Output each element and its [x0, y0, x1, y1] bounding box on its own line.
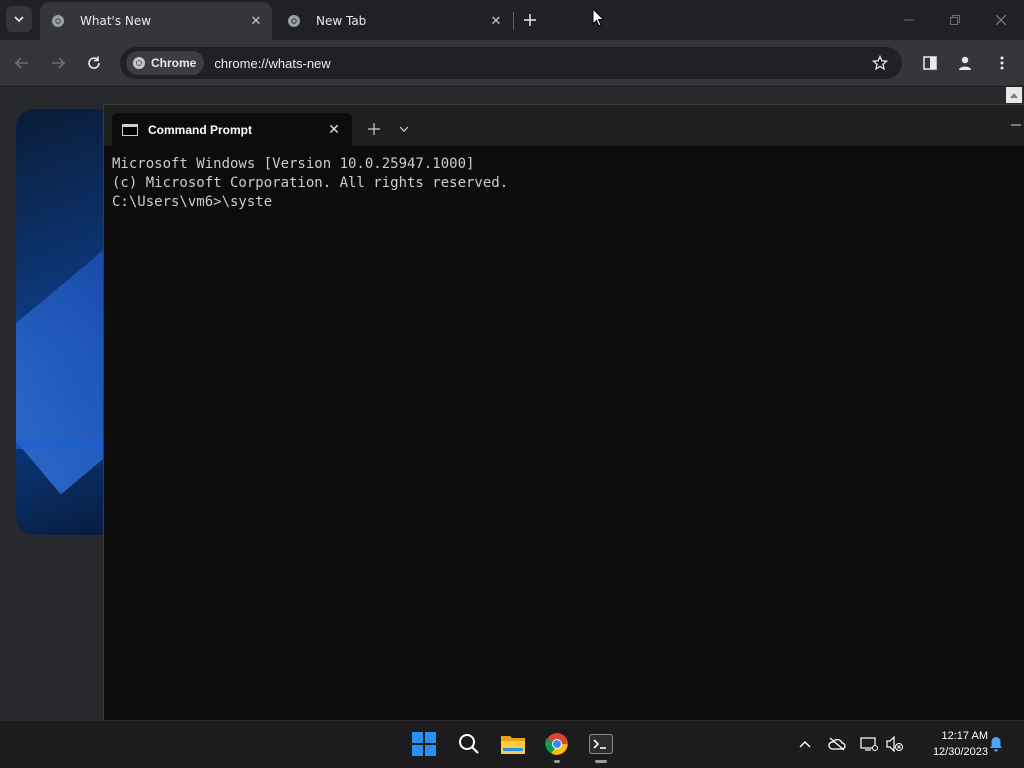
scroll-up-arrow-icon: [1010, 93, 1018, 98]
chrome-logo-icon: [133, 57, 145, 69]
tab-new-tab[interactable]: New Tab ✕: [276, 2, 512, 40]
onedrive-button[interactable]: [828, 735, 846, 753]
terminal-tab-close-icon[interactable]: ✕: [324, 120, 344, 140]
back-arrow-icon: [15, 57, 28, 69]
profile-icon: [959, 56, 971, 70]
profile-button[interactable]: [953, 51, 977, 75]
address-bar[interactable]: Chrome chrome://whats-new: [120, 47, 902, 79]
chrome-menu-button[interactable]: [990, 51, 1014, 75]
terminal-prompt-line[interactable]: C:\Users\vm6>\syste: [112, 193, 1024, 212]
side-panel-button[interactable]: [918, 51, 942, 75]
volume-button[interactable]: [886, 735, 904, 753]
clock-date: 12/30/2023: [932, 746, 988, 758]
volume-muted-icon: [886, 736, 903, 752]
side-panel-icon: [923, 56, 937, 70]
site-chip[interactable]: Chrome: [126, 51, 205, 75]
minimize-button[interactable]: [898, 9, 920, 31]
url-text: chrome://whats-new: [214, 55, 331, 71]
bell-icon: [990, 737, 1002, 752]
chrome-favicon-icon: [286, 13, 302, 29]
forward-button[interactable]: [46, 51, 70, 75]
restore-button[interactable]: [944, 9, 966, 31]
chrome-icon: [545, 733, 568, 755]
terminal-tab-command-prompt[interactable]: Command Prompt ✕: [112, 113, 352, 146]
search-button[interactable]: [456, 731, 482, 757]
terminal-minimize-button[interactable]: [1008, 117, 1024, 133]
tab-separator: [513, 12, 514, 30]
tab-search-button[interactable]: [6, 6, 32, 32]
chevron-down-icon: [399, 126, 409, 132]
terminal-line: (c) Microsoft Corporation. All rights re…: [112, 175, 509, 191]
notifications-button[interactable]: [987, 735, 1005, 753]
restore-icon: [950, 15, 960, 25]
network-button[interactable]: [860, 735, 878, 753]
search-icon: [459, 734, 479, 754]
plus-icon: [524, 14, 536, 26]
command-prompt-icon: [122, 123, 138, 136]
star-icon: [872, 55, 888, 71]
clock-time: 12:17 AM: [941, 730, 988, 742]
file-explorer-icon: [501, 736, 525, 754]
tab-title: What's New: [80, 14, 152, 28]
minimize-icon: [1011, 124, 1021, 126]
chrome-taskbar-button[interactable]: [544, 731, 570, 763]
show-hidden-icons-button[interactable]: [796, 735, 814, 753]
terminal-dropdown-button[interactable]: [394, 119, 414, 139]
terminal-icon: [589, 734, 613, 754]
forward-arrow-icon: [52, 57, 65, 69]
start-icon: [412, 732, 436, 756]
chrome-toolbar: Chrome chrome://whats-new: [0, 40, 1024, 86]
file-explorer-button[interactable]: [500, 731, 526, 757]
chrome-favicon-icon: [50, 13, 66, 29]
tab-whats-new[interactable]: What's New ✕: [40, 2, 272, 40]
kebab-menu-icon: [1000, 56, 1004, 70]
cloud-offline-icon: [828, 737, 846, 751]
terminal-line: Microsoft Windows [Version 10.0.25947.10…: [112, 156, 475, 172]
terminal-titlebar[interactable]: Command Prompt ✕: [104, 105, 1024, 146]
terminal-new-tab-button[interactable]: [364, 119, 384, 139]
running-indicator: [554, 760, 560, 763]
site-chip-label: Chrome: [151, 56, 197, 70]
terminal-tab-title: Command Prompt: [148, 122, 253, 137]
new-tab-button[interactable]: [520, 10, 540, 30]
chrome-tab-strip: What's New ✕ New Tab ✕: [0, 0, 1024, 40]
terminal-output[interactable]: Microsoft Windows [Version 10.0.25947.10…: [112, 155, 1024, 720]
terminal-taskbar-button[interactable]: [588, 731, 614, 763]
tab-title: New Tab: [316, 14, 367, 28]
active-indicator: [595, 760, 607, 763]
chevron-down-icon: [14, 16, 24, 23]
reload-icon: [88, 56, 100, 69]
windows-taskbar: 12:17 AM 12/30/2023: [0, 720, 1024, 768]
tab-close-icon[interactable]: ✕: [486, 11, 506, 31]
terminal-window[interactable]: Command Prompt ✕ Microsoft Windows [Vers…: [103, 104, 1024, 720]
close-icon: [996, 15, 1006, 25]
scrollbar-up-button[interactable]: [1006, 87, 1022, 103]
minimize-icon: [904, 19, 914, 21]
reload-button[interactable]: [82, 51, 106, 75]
plus-icon: [368, 123, 380, 135]
network-icon: [860, 737, 878, 751]
bookmark-button[interactable]: [870, 53, 890, 73]
back-button[interactable]: [10, 51, 34, 75]
start-button[interactable]: [411, 731, 437, 757]
chevron-up-icon: [799, 741, 811, 748]
close-window-button[interactable]: [990, 9, 1012, 31]
system-clock[interactable]: 12:17 AM 12/30/2023: [912, 728, 988, 760]
mouse-cursor-icon: [592, 8, 605, 27]
tab-close-icon[interactable]: ✕: [246, 11, 266, 31]
